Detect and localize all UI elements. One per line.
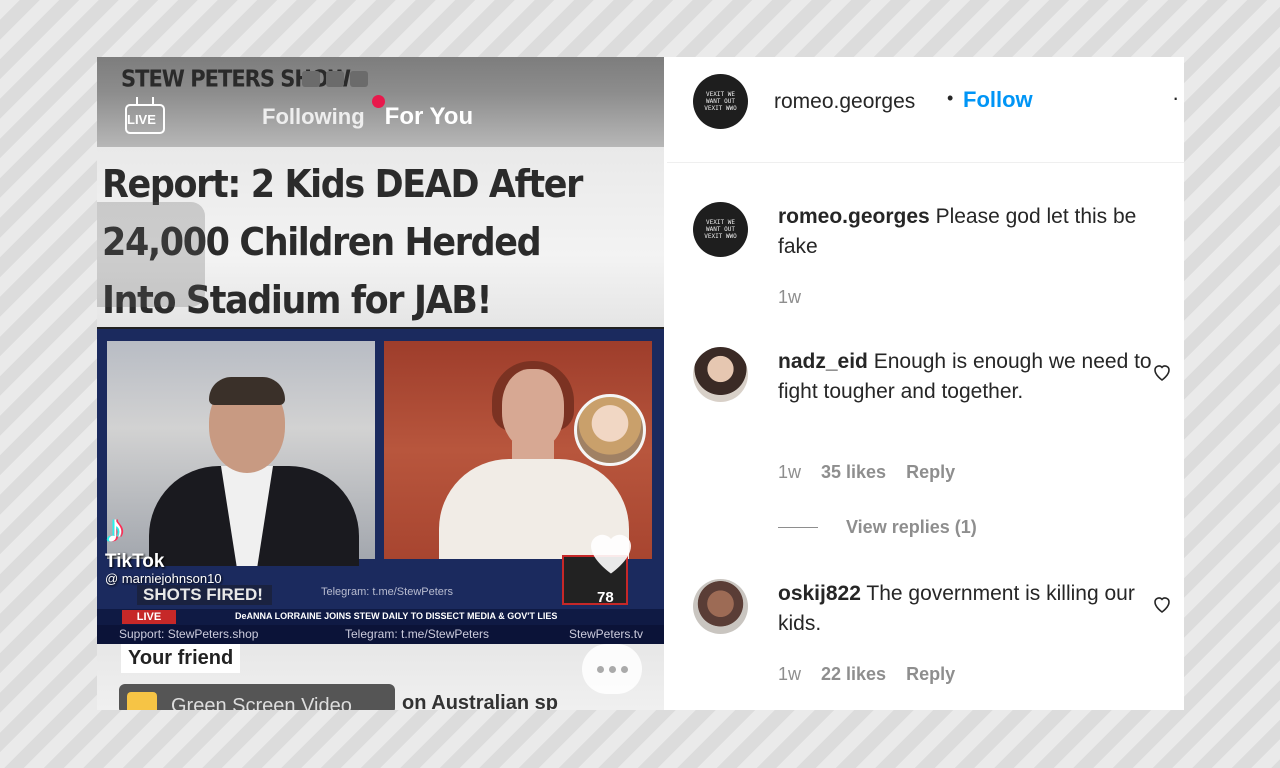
ticker-text: DeANNA LORRAINE JOINS STEW DAILY TO DISS… — [235, 611, 558, 621]
feed-tabs: Following For You — [262, 95, 473, 131]
social-icon — [350, 71, 368, 87]
ticker-telegram: Telegram: t.me/StewPeters — [345, 627, 490, 641]
avatar[interactable] — [693, 347, 748, 402]
post-header: VEXIT WE WANT OUT VEXIT WWO romeo.george… — [667, 57, 1184, 163]
tiktok-wordmark: TikTok — [105, 551, 165, 572]
live-tv-icon[interactable]: LIVE — [122, 97, 168, 137]
comment-username[interactable]: oskij822 — [778, 582, 861, 605]
video-bottom: Your friend Green Screen Video on Austra… — [97, 644, 664, 710]
tiktok-username: @ marniejohnson10 — [105, 571, 222, 586]
creator-avatar[interactable] — [574, 394, 646, 466]
ticker-support: Support: StewPeters.shop — [119, 627, 259, 641]
instagram-comments-panel: VEXIT WE WANT OUT VEXIT WWO romeo.george… — [667, 57, 1184, 710]
social-icon — [326, 71, 344, 87]
screenshot-frame: STEW PETERS SHOW LIVE Following For You … — [97, 57, 1184, 710]
comment-body: oskij822 The government is killing our k… — [778, 579, 1158, 639]
comment-time[interactable]: 1w — [778, 287, 801, 308]
comment-bubble-icon[interactable] — [582, 644, 642, 694]
comment-likes[interactable]: 22 likes — [821, 664, 886, 685]
avatar[interactable] — [693, 579, 748, 634]
tiktok-logo-icon: ♪ — [105, 507, 125, 551]
divider-line — [778, 527, 818, 528]
comment-body: romeo.georges Please god let this be fak… — [778, 202, 1158, 262]
follow-button[interactable]: Follow — [963, 87, 1033, 113]
sun-icon — [127, 692, 157, 710]
heart-icon[interactable] — [1150, 592, 1174, 616]
notification-dot — [372, 95, 385, 108]
tiktok-watermark: ♪ TikTok @ marniejohnson10 — [105, 509, 222, 586]
video-top-bar: STEW PETERS SHOW LIVE Following For You — [97, 57, 664, 147]
avatar[interactable]: VEXIT WE WANT OUT VEXIT WWO — [693, 74, 748, 129]
info-ticker: Support: StewPeters.shop Telegram: t.me/… — [97, 625, 664, 644]
news-ticker: LIVE DeANNA LORRAINE JOINS STEW DAILY TO… — [97, 609, 664, 625]
reply-button[interactable]: Reply — [906, 462, 955, 483]
like-heart-icon[interactable] — [581, 521, 641, 581]
video-panel[interactable]: STEW PETERS SHOW LIVE Following For You … — [97, 57, 664, 710]
avatar[interactable]: VEXIT WE WANT OUT VEXIT WWO — [693, 202, 748, 257]
heart-icon[interactable] — [1150, 360, 1174, 384]
tab-for-you[interactable]: For You — [385, 103, 473, 131]
ticker-site: StewPeters.tv — [569, 627, 644, 641]
comment-meta: 1w — [778, 287, 821, 308]
comment-time[interactable]: 1w — [778, 664, 801, 685]
view-replies-button[interactable]: View replies (1) — [778, 517, 977, 538]
comment-likes[interactable]: 35 likes — [821, 462, 886, 483]
more-options-icon[interactable]: · — [1172, 85, 1179, 111]
comment-meta: 1w 22 likes Reply — [778, 664, 975, 685]
broadcast-frame: 78 ♪ TikTok @ marniejohnson10 SHOTS FIRE… — [97, 329, 664, 644]
comment-username[interactable]: nadz_eid — [778, 350, 868, 373]
comment-time[interactable]: 1w — [778, 462, 801, 483]
comment-meta: 1w 35 likes Reply — [778, 462, 975, 483]
social-icon — [302, 71, 320, 87]
view-replies-label: View replies (1) — [846, 517, 977, 537]
ticker-live-tag: LIVE — [122, 610, 176, 624]
your-friend-label: Your friend — [121, 644, 241, 673]
comment-username[interactable]: romeo.georges — [778, 205, 930, 228]
tab-following[interactable]: Following — [262, 104, 365, 130]
comment-body: nadz_eid Enough is enough we need to fig… — [778, 347, 1158, 407]
telegram-text: Telegram: t.me/StewPeters — [321, 586, 454, 598]
green-screen-label: Green Screen Video — [171, 695, 352, 710]
social-icons — [302, 71, 368, 87]
reply-button[interactable]: Reply — [906, 664, 955, 685]
separator-dot: • — [947, 88, 954, 108]
back-overlay[interactable] — [97, 202, 205, 307]
shots-fired-banner: SHOTS FIRED! — [137, 585, 272, 605]
like-count: 78 — [597, 589, 614, 606]
caption-tail: on Australian sp — [402, 692, 558, 710]
green-screen-chip[interactable]: Green Screen Video — [119, 684, 395, 710]
header-username[interactable]: romeo.georges — [774, 90, 915, 114]
